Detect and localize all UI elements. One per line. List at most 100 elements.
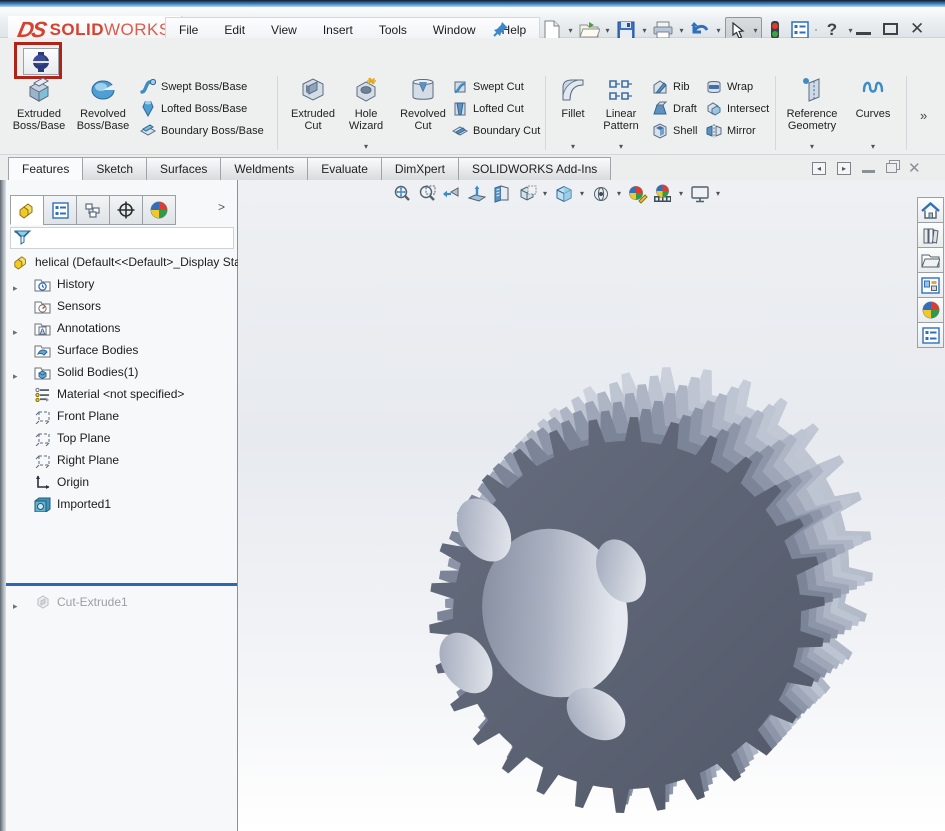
tree-item-surface-bodies[interactable]: Surface Bodies xyxy=(6,340,237,360)
custom-properties-tab[interactable] xyxy=(917,322,944,348)
swept-boss-icon xyxy=(140,79,156,95)
tree-item-solid-bodies[interactable]: Solid Bodies(1) xyxy=(6,362,237,382)
close-button[interactable]: ✕ xyxy=(910,19,924,39)
view-settings-button[interactable] xyxy=(688,182,711,205)
reference-geometry-caret[interactable] xyxy=(810,138,814,152)
hide-show-items-button[interactable] xyxy=(589,182,612,205)
revolved-cut-button[interactable]: Revolved Cut xyxy=(394,74,452,152)
panel-tabs-more-chevron[interactable]: > xyxy=(218,200,225,214)
shell-button[interactable]: Shell xyxy=(652,122,697,139)
tree-item-material[interactable]: Material <not specified> xyxy=(6,384,237,404)
dimxpertmanager-tab[interactable] xyxy=(109,195,143,225)
edit-appearance-button[interactable] xyxy=(626,182,649,205)
home-tab[interactable] xyxy=(917,197,944,223)
revolved-boss-base-button[interactable]: Revolved Boss/Base xyxy=(72,74,134,152)
extruded-cut-button[interactable]: Extruded Cut xyxy=(284,74,342,152)
displaymanager-tab[interactable] xyxy=(142,195,176,225)
file-explorer-tab[interactable] xyxy=(917,247,944,273)
pin-menu-icon[interactable] xyxy=(492,20,510,38)
rib-button[interactable]: Rib xyxy=(652,78,697,95)
minimize-button[interactable] xyxy=(856,32,871,35)
linear-pattern-button[interactable]: Linear Pattern xyxy=(596,74,646,152)
tree-item-right-plane[interactable]: Right Plane xyxy=(6,450,237,470)
document-minimize-button[interactable] xyxy=(862,170,875,173)
fillet-button[interactable]: Fillet xyxy=(552,74,594,152)
display-style-caret[interactable] xyxy=(577,189,587,198)
expand-arrow-icon[interactable] xyxy=(13,598,21,606)
view-settings-caret[interactable] xyxy=(713,189,723,198)
tree-filter-bar xyxy=(10,227,234,249)
expand-arrow-icon[interactable] xyxy=(13,280,21,288)
tree-item-imported1[interactable]: Imported1 xyxy=(6,494,237,514)
expand-arrow-icon[interactable] xyxy=(13,368,21,376)
apply-scene-caret[interactable] xyxy=(676,189,686,198)
extruded-boss-base-button[interactable]: Extruded Boss/Base xyxy=(10,74,68,152)
appearances-scenes-tab[interactable] xyxy=(917,297,944,323)
tree-item-history[interactable]: History xyxy=(6,274,237,294)
view-orientation-caret[interactable] xyxy=(540,189,550,198)
tree-item-front-plane[interactable]: Front Plane xyxy=(6,406,237,426)
zoom-to-area-button[interactable] xyxy=(415,182,438,205)
tab-dimxpert[interactable]: DimXpert xyxy=(381,157,459,180)
view-orientation-button[interactable] xyxy=(515,182,538,205)
draft-button[interactable]: Draft xyxy=(652,100,697,117)
normal-to-button[interactable] xyxy=(465,182,488,205)
fillet-caret[interactable] xyxy=(571,138,575,152)
heads-up-view-toolbar xyxy=(390,182,723,205)
ribbon-overflow-chevron[interactable]: » xyxy=(920,108,927,123)
configurationmanager-tab[interactable] xyxy=(76,195,110,225)
tree-item-annotations[interactable]: A Annotations xyxy=(6,318,237,338)
rollback-bar[interactable] xyxy=(6,583,237,586)
graphics-viewport[interactable] xyxy=(238,180,945,831)
section-view-button[interactable] xyxy=(490,182,513,205)
annotations-folder-icon: A xyxy=(34,320,51,337)
tree-item-sensors[interactable]: Sensors xyxy=(6,296,237,316)
tab-features[interactable]: Features xyxy=(8,157,83,180)
zoom-to-fit-button[interactable] xyxy=(390,182,413,205)
hole-wizard-button[interactable]: Hole Wizard xyxy=(342,74,390,152)
expand-arrow-icon[interactable] xyxy=(13,324,21,332)
boundary-cut-button[interactable]: Boundary Cut xyxy=(452,122,540,139)
featuremanager-tree-tab[interactable] xyxy=(10,195,44,225)
collapse-right-icon[interactable]: ▸ xyxy=(837,162,851,175)
lofted-cut-button[interactable]: Lofted Cut xyxy=(452,100,540,117)
tree-item-top-plane[interactable]: Top Plane xyxy=(6,428,237,448)
reference-geometry-button[interactable]: Reference Geometry xyxy=(780,74,844,152)
curves-caret[interactable] xyxy=(871,138,875,152)
lofted-boss-base-button[interactable]: Lofted Boss/Base xyxy=(140,100,264,117)
linear-pattern-caret[interactable] xyxy=(619,138,623,152)
tab-surfaces[interactable]: Surfaces xyxy=(146,157,221,180)
part-document-button[interactable] xyxy=(23,48,59,75)
tab-evaluate[interactable]: Evaluate xyxy=(307,157,382,180)
tree-filter-input[interactable] xyxy=(33,229,233,247)
intersect-icon xyxy=(706,101,722,117)
design-library-tab[interactable] xyxy=(917,222,944,248)
document-close-button[interactable]: ✕ xyxy=(908,159,921,177)
tree-root-helical[interactable]: helical (Default<<Default>_Display Stat xyxy=(6,252,237,272)
hide-show-items-caret[interactable] xyxy=(614,189,624,198)
view-palette-tab[interactable] xyxy=(917,272,944,298)
maximize-button[interactable] xyxy=(883,23,898,35)
propertymanager-tab[interactable] xyxy=(43,195,77,225)
helical-gear-model[interactable] xyxy=(395,358,875,828)
display-style-button[interactable] xyxy=(552,182,575,205)
apply-scene-button[interactable] xyxy=(651,182,674,205)
swept-boss-base-button[interactable]: Swept Boss/Base xyxy=(140,78,264,95)
tab-solidworks-add-ins[interactable]: SOLIDWORKS Add-Ins xyxy=(458,157,611,180)
curves-button[interactable]: Curves xyxy=(848,74,898,152)
view-palette-icon xyxy=(921,277,940,294)
tree-item-cut-extrude1[interactable]: Cut-Extrude1 xyxy=(6,592,237,612)
previous-view-button[interactable] xyxy=(440,182,463,205)
intersect-button[interactable]: Intersect xyxy=(706,100,769,117)
tab-weldments[interactable]: Weldments xyxy=(220,157,308,180)
document-restore-button[interactable] xyxy=(886,163,897,173)
wrap-button[interactable]: Wrap xyxy=(706,78,769,95)
collapse-left-icon[interactable]: ◂ xyxy=(812,162,826,175)
swept-cut-button[interactable]: Swept Cut xyxy=(452,78,540,95)
hole-wizard-caret[interactable] xyxy=(364,138,368,152)
mirror-button[interactable]: Mirror xyxy=(706,122,769,139)
fillet-icon xyxy=(558,74,588,106)
tree-item-origin[interactable]: Origin xyxy=(6,472,237,492)
tab-sketch[interactable]: Sketch xyxy=(82,157,147,180)
boundary-boss-base-button[interactable]: Boundary Boss/Base xyxy=(140,122,264,139)
